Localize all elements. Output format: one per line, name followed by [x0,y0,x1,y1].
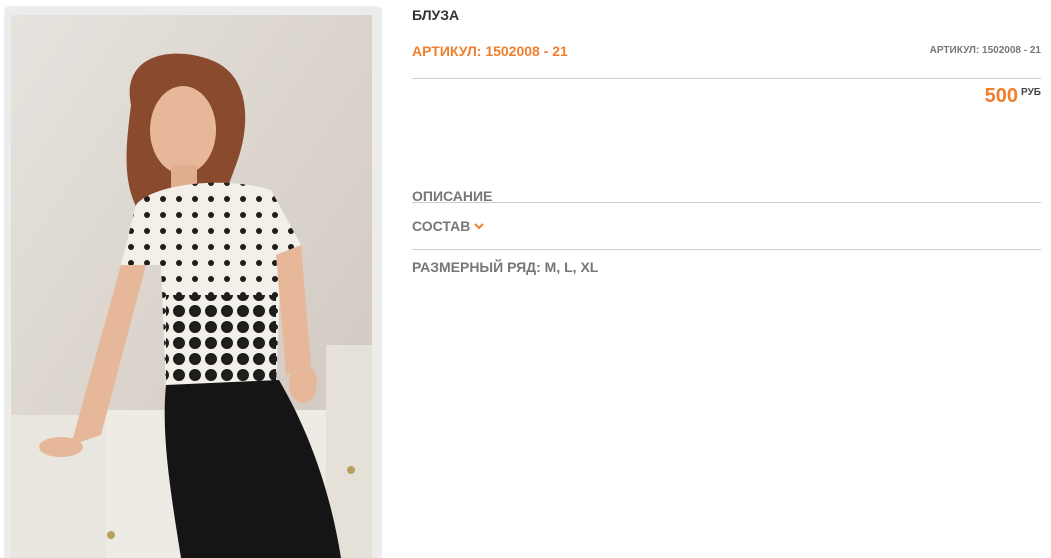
composition-toggle[interactable]: СОСТАВ [412,217,485,235]
price-currency: РУБ [1021,87,1041,98]
price-value: 500 [984,85,1019,107]
size-range: РАЗМЕРНЫЙ РЯД: M, L, XL [412,259,599,275]
product-photo[interactable] [11,15,372,558]
product-photo-illustration [11,15,372,558]
divider [412,202,1041,203]
divider [412,249,1041,250]
product-sku-secondary: АРТИКУЛ: 1502008 - 21 [929,45,1041,56]
chevron-down-icon [474,217,485,233]
product-sku: АРТИКУЛ: 1502008 - 21 [412,43,568,59]
divider [412,78,1041,79]
composition-label: СОСТАВ [412,218,471,234]
product-info-panel: БЛУЗА АРТИКУЛ: 1502008 - 21 АРТИКУЛ: 150… [412,0,1041,558]
product-price: 500 РУБ [985,85,1041,108]
product-title: БЛУЗА [412,7,460,23]
